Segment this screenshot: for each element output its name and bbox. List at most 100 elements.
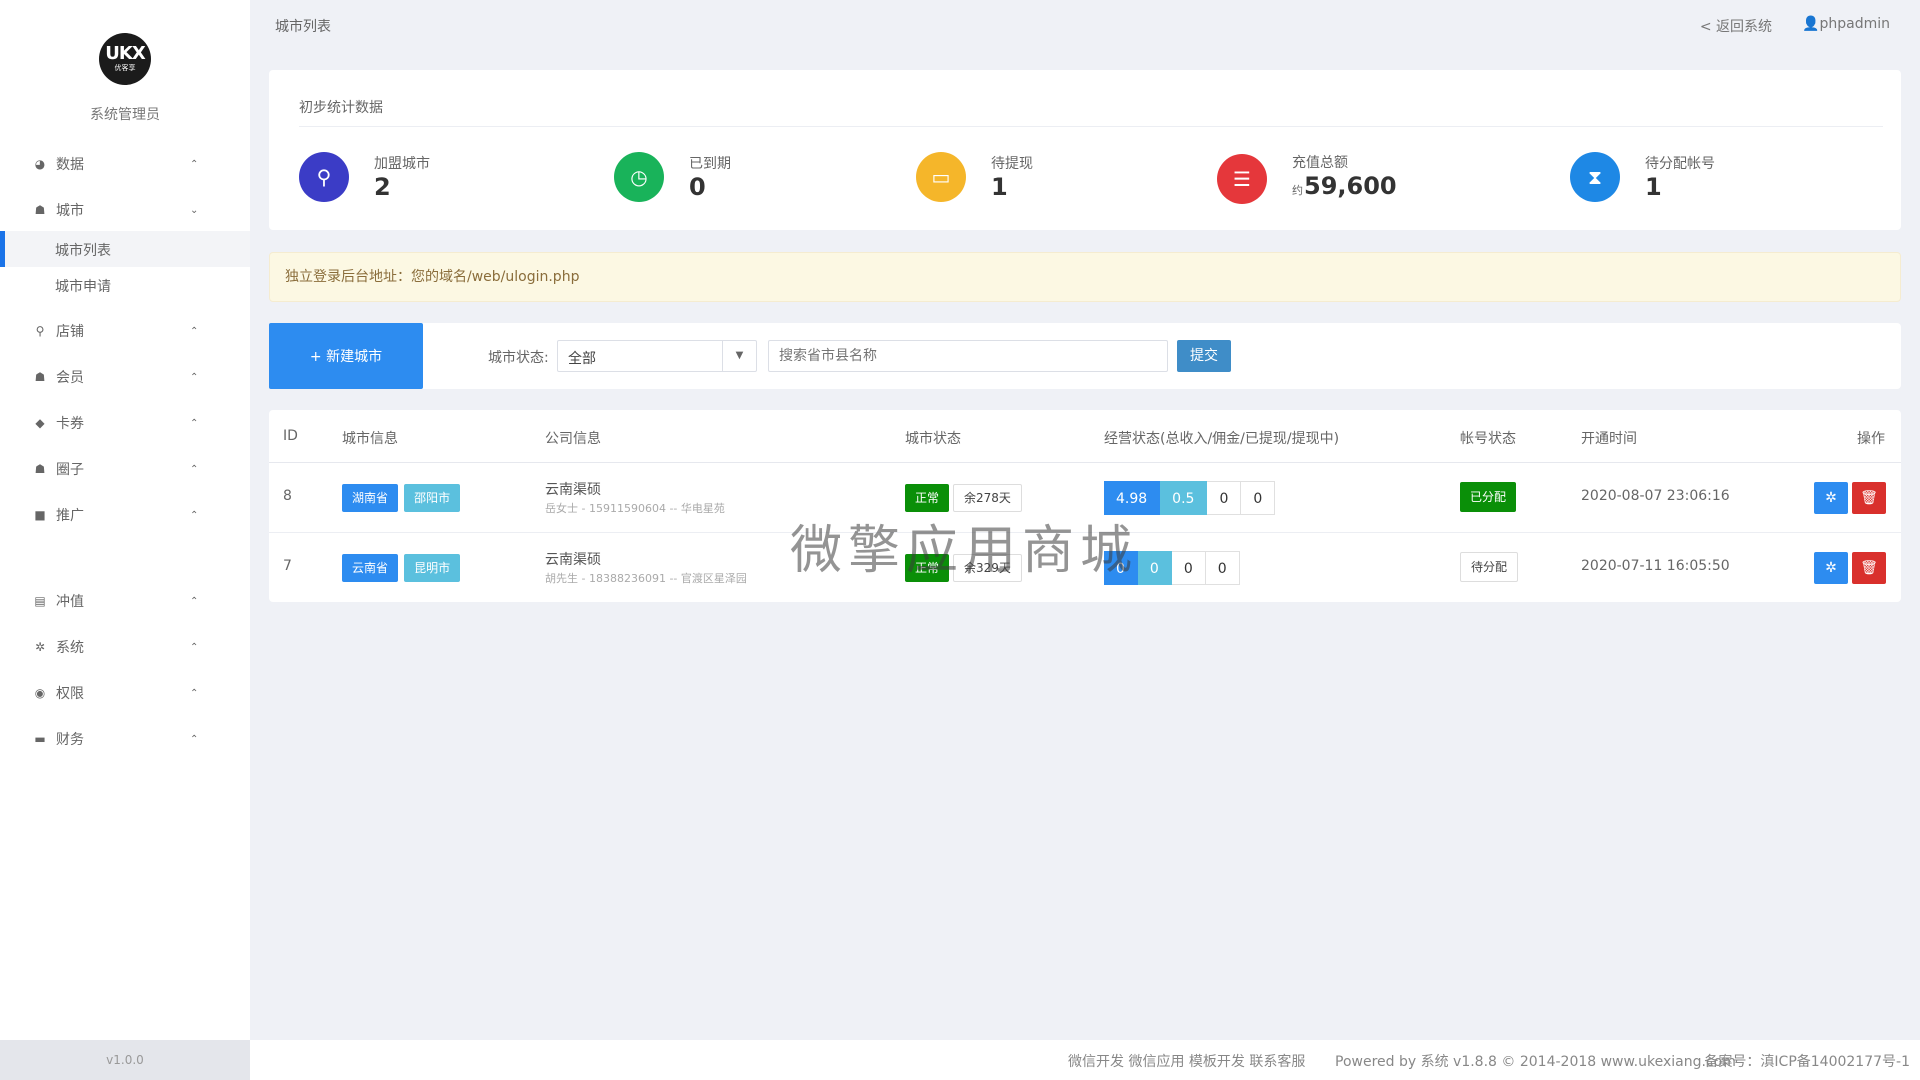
withdrawing: 0 — [1241, 481, 1276, 515]
account-status: 已分配 — [1460, 482, 1517, 512]
status-filter-label: 城市状态: — [488, 350, 549, 366]
footer-links[interactable]: 微信开发 微信应用 模板开发 联系客服 — [1068, 1051, 1305, 1071]
chevron-up-icon: ⌃ — [190, 509, 199, 521]
city-tag: 昆明市 — [404, 554, 461, 582]
logo: UKX 优客享 — [99, 33, 151, 85]
settings-button[interactable]: ✲ — [1814, 552, 1848, 584]
active-indicator — [0, 231, 5, 267]
video-icon: ■ — [34, 508, 46, 522]
back-to-system-link[interactable]: < 返回系统 — [1700, 16, 1772, 36]
stat-recharge-total: ☰ 充值总额 约59,600 — [1217, 152, 1397, 205]
city-tags: 云南省 昆明市 — [342, 554, 461, 582]
row-actions: ✲ 🗑 — [1814, 482, 1886, 514]
sidebar-item-label: 系统 — [56, 640, 84, 656]
col-header-company: 公司信息 — [545, 431, 601, 447]
sidebar-item-coupon[interactable]: ◆ 卡券 ⌃ — [0, 403, 250, 443]
user-role: 系统管理员 — [90, 107, 160, 123]
stat-label: 待分配帐号 — [1645, 156, 1715, 172]
top-right-actions: < 返回系统 👤phpadmin — [1700, 16, 1890, 36]
user-icon: ☗ — [34, 370, 46, 384]
city-tags: 湖南省 邵阳市 — [342, 484, 461, 512]
stat-label: 加盟城市 — [374, 156, 430, 172]
chevron-up-icon: ⌃ — [190, 371, 199, 383]
city-tag: 邵阳市 — [404, 484, 461, 512]
search-input[interactable] — [768, 340, 1168, 372]
stat-value: 0 — [689, 173, 731, 201]
commission: 0.5 — [1160, 481, 1208, 515]
sidebar: UKX 优客享 系统管理员 ◕ 数据 ⌃ ☗ 城市 ⌄ 城市列表 城市申请 ⚲ … — [0, 0, 250, 1080]
stat-pending-withdraw: ▭ 待提现 1 — [916, 152, 1033, 202]
sidebar-item-label: 店铺 — [56, 324, 84, 340]
trash-icon: 🗑 — [1860, 560, 1878, 576]
sidebar-item-data[interactable]: ◕ 数据 ⌃ — [0, 144, 250, 184]
stat-number: 1 — [1645, 173, 1662, 201]
sidebar-item-recharge[interactable]: ▤ 冲值 ⌃ — [0, 581, 250, 621]
sidebar-item-store[interactable]: ⚲ 店铺 ⌃ — [0, 311, 250, 351]
sidebar-subitem-city-apply[interactable]: 城市申请 — [0, 267, 250, 303]
sidebar-item-label: 权限 — [56, 686, 84, 702]
stat-number: 1 — [991, 173, 1008, 201]
row-id: 7 — [283, 558, 292, 574]
book-icon: ▤ — [34, 594, 46, 608]
caret-down-icon: ▼ — [722, 341, 756, 371]
row-id: 8 — [283, 488, 292, 504]
sidebar-item-member[interactable]: ☗ 会员 ⌃ — [0, 357, 250, 397]
gear-icon: ✲ — [1825, 490, 1837, 506]
delete-button[interactable]: 🗑 — [1852, 552, 1886, 584]
lock-circle-icon: ◉ — [34, 686, 46, 700]
settings-button[interactable]: ✲ — [1814, 482, 1848, 514]
stat-unassigned-accounts: ⧗ 待分配帐号 1 — [1570, 152, 1715, 202]
stat-number: 59,600 — [1304, 172, 1397, 200]
chevron-up-icon: ⌃ — [190, 325, 199, 337]
status-select[interactable]: 全部 ▼ — [557, 340, 757, 372]
new-city-button[interactable]: + 新建城市 — [269, 323, 423, 389]
open-time: 2020-07-11 16:05:50 — [1581, 558, 1730, 574]
user-menu[interactable]: 👤phpadmin — [1802, 16, 1890, 36]
col-header-account: 帐号状态 — [1460, 431, 1516, 447]
approx-prefix: 约 — [1292, 184, 1303, 197]
card-icon: ▬ — [34, 732, 46, 746]
stats-title: 初步统计数据 — [299, 100, 383, 116]
col-header-actions: 操作 — [1857, 431, 1885, 447]
sidebar-item-city[interactable]: ☗ 城市 ⌄ — [0, 190, 250, 230]
company-info: 云南渠硕 岳女士 - 15911590604 -- 华电星苑 — [545, 479, 725, 516]
account-badge: 待分配 — [1460, 552, 1519, 582]
version-label: v1.0.0 — [0, 1040, 250, 1080]
sidebar-item-circle[interactable]: ☗ 圈子 ⌃ — [0, 449, 250, 489]
sidebar-item-promo[interactable]: ■ 推广 ⌃ — [0, 495, 250, 535]
stat-number: 2 — [374, 173, 391, 201]
withdrawn: 0 — [1207, 481, 1242, 515]
users-icon: ☗ — [34, 203, 46, 217]
sidebar-item-finance[interactable]: ▬ 财务 ⌃ — [0, 719, 250, 759]
sidebar-item-label: 推广 — [56, 508, 84, 524]
sidebar-item-label: 城市 — [56, 203, 84, 219]
hourglass-icon: ⧗ — [1570, 152, 1620, 202]
watermark: 微擎应用商城 — [790, 521, 1139, 581]
delete-button[interactable]: 🗑 — [1852, 482, 1886, 514]
map-pin-icon: ⚲ — [35, 324, 45, 338]
submit-button[interactable]: 提交 — [1177, 340, 1231, 372]
stat-franchise-cities: ⚲ 加盟城市 2 — [299, 152, 430, 202]
sidebar-item-label: 圈子 — [56, 462, 84, 478]
withdrawn: 0 — [1171, 551, 1206, 585]
filter-bar: + 新建城市 城市状态: 全部 ▼ 提交 — [269, 323, 1901, 389]
sidebar-item-permission[interactable]: ◉ 权限 ⌃ — [0, 673, 250, 713]
chevron-up-icon: ⌃ — [190, 733, 199, 745]
stat-number: 0 — [689, 173, 706, 201]
province-tag: 湖南省 — [342, 484, 399, 512]
user-icon: 👤 — [1802, 16, 1820, 32]
company-contact: 胡先生 - 18388236091 -- 官渡区星泽园 — [545, 572, 747, 585]
sidebar-item-label: 冲值 — [56, 594, 84, 610]
company-contact: 岳女士 - 15911590604 -- 华电星苑 — [545, 502, 725, 515]
sidebar-subitem-city-list[interactable]: 城市列表 — [0, 231, 250, 267]
stat-value: 1 — [1645, 173, 1715, 201]
stat-label: 充值总额 — [1292, 155, 1348, 171]
row-actions: ✲ 🗑 — [1814, 552, 1886, 584]
divider — [299, 126, 1883, 127]
database-icon: ☰ — [1217, 153, 1267, 204]
footer-powered: Powered by 系统 v1.8.8 © 2014-2018 www.uke… — [1335, 1054, 1736, 1070]
stat-value: 约59,600 — [1292, 172, 1397, 205]
col-header-open-time: 开通时间 — [1581, 431, 1637, 447]
sidebar-item-system[interactable]: ✲ 系统 ⌃ — [0, 627, 250, 667]
commission: 0 — [1137, 551, 1172, 585]
